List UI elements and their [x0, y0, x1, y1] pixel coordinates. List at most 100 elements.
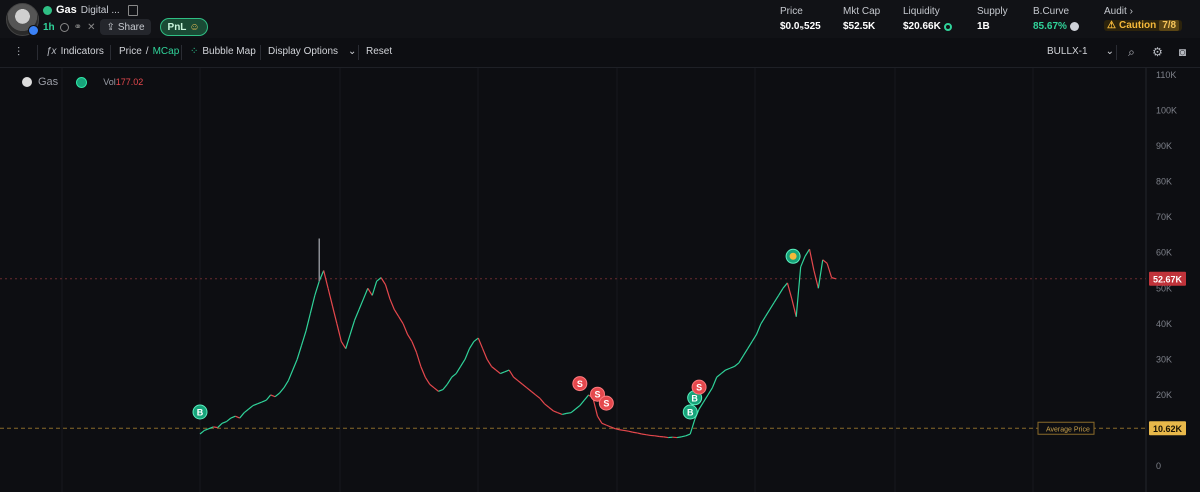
sell-marker-label: S [577, 379, 583, 389]
mcap-toggle-label[interactable]: MCap [153, 46, 180, 57]
sell-marker-label: S [696, 383, 702, 393]
stat-price-value: $0.0₅525 [780, 21, 821, 32]
price-segment [380, 277, 387, 286]
current-price-label: 52.67K [1153, 274, 1183, 284]
price-segment [389, 298, 395, 310]
price-segment [601, 422, 607, 426]
price-segment [553, 410, 558, 414]
price-segment [579, 399, 585, 406]
pnl-emoji-icon: ☺ [189, 21, 200, 33]
price-segment [500, 371, 505, 375]
toolbar-divider [110, 45, 111, 60]
price-segment [813, 270, 819, 289]
price-segment [358, 298, 364, 310]
stat-supply-label: Supply [977, 6, 1008, 17]
display-options-button[interactable]: Display Options ⌄ [268, 46, 356, 57]
price-segment [769, 302, 775, 310]
indicators-button[interactable]: ƒx Indicators [46, 46, 104, 57]
stat-price: Price $0.0₅525 [780, 6, 821, 32]
settings-icon[interactable]: ⚙ [1151, 46, 1164, 59]
y-tick-label: 80K [1156, 177, 1172, 187]
audit-status: Caution [1118, 20, 1157, 31]
pnl-label: PnL [167, 21, 187, 33]
globe-icon[interactable] [59, 22, 69, 32]
price-segment [504, 369, 510, 373]
eye-icon[interactable] [76, 76, 88, 88]
stat-supply-value: 1B [977, 21, 990, 32]
link-icon[interactable]: ⚭ [74, 22, 82, 33]
y-tick-label: 90K [1156, 141, 1172, 151]
search-icon[interactable]: ⌕ [1125, 46, 1138, 59]
buy-marker-label: B [687, 408, 694, 418]
share-label: Share [117, 21, 145, 33]
price-segment [681, 435, 686, 438]
price-toggle-label[interactable]: Price [119, 46, 142, 57]
price-mcap-toggle[interactable]: Price / MCap [119, 46, 179, 57]
price-segment [570, 408, 576, 414]
price-segment [791, 298, 797, 317]
token-symbol: Gas [56, 4, 77, 16]
price-segment [349, 320, 356, 335]
stat-mcap-value: $52.5K [843, 21, 876, 32]
stat-audit[interactable]: Audit › ⚠ Caution 7/8 [1104, 6, 1183, 31]
price-segment [274, 392, 280, 398]
price-segment [314, 280, 320, 296]
rocket-icon [1069, 22, 1079, 31]
chevron-down-icon: ⌄ [1105, 46, 1114, 57]
price-segment [826, 263, 833, 278]
chart-toolbar: ⫶ ƒx Indicators Price / MCap ⁘ Bubble Ma… [0, 38, 1200, 68]
price-segment [615, 428, 620, 431]
price-segment [486, 359, 493, 367]
price-segment [367, 287, 373, 296]
toggle-slash: / [145, 46, 149, 57]
y-tick-label: 110K [1156, 70, 1176, 80]
y-tick-label: 20K [1156, 390, 1172, 400]
x-icon[interactable]: ✕ [87, 22, 95, 33]
average-price-text: Average Price [1046, 426, 1090, 433]
price-segment [393, 309, 400, 318]
price-segment [371, 280, 378, 296]
pump-badge-icon [28, 25, 39, 36]
y-tick-label: 100K [1156, 106, 1177, 116]
price-segment [734, 362, 740, 367]
price-segment [808, 249, 815, 271]
price-segment [199, 429, 205, 435]
y-tick-label: 0 [1156, 461, 1161, 471]
price-segment [455, 366, 462, 374]
price-segment [296, 344, 303, 360]
price-segment [562, 412, 567, 416]
chevron-down-icon: ⌄ [348, 46, 357, 57]
price-segment [491, 366, 497, 371]
stat-liquidity: Liquidity $20.66K [903, 6, 952, 32]
price-segment [235, 415, 240, 419]
pnl-button[interactable]: PnL ☺ [159, 18, 208, 36]
price-segment [415, 352, 422, 367]
share-button[interactable]: ⇪ Share [100, 19, 151, 35]
copy-icon[interactable] [127, 4, 138, 16]
price-segment [720, 369, 726, 375]
price-segment [530, 390, 537, 396]
price-segment [331, 305, 338, 324]
stat-bcurve-value: 85.67% [1033, 21, 1067, 32]
share-icon: ⇪ [106, 21, 115, 33]
bot-select[interactable]: BULLX-1 ⌄ [1047, 46, 1114, 57]
price-segment [411, 341, 417, 353]
camera-icon[interactable]: ◙ [1176, 46, 1189, 59]
candle-type-icon[interactable]: ⫶ [12, 46, 25, 59]
toolbar-divider [358, 45, 359, 60]
token-header: Gas Digital ... 1h ⚭ ✕ ⇪ Share PnL ☺ Pri… [0, 0, 1200, 38]
price-chart[interactable]: 010K20K30K40K50K60K70K80K90K100K110K Ave… [0, 68, 1200, 492]
chain-icon [43, 5, 52, 15]
price-segment [747, 341, 753, 350]
bubble-map-button[interactable]: ⁘ Bubble Map [190, 46, 256, 57]
price-segment [782, 282, 788, 289]
bubble-map-label: Bubble Map [202, 46, 256, 57]
price-segment [451, 373, 457, 378]
price-segment [628, 430, 633, 433]
liquidity-lock-icon [943, 22, 952, 31]
price-segment [398, 316, 404, 325]
reset-button[interactable]: Reset [366, 46, 392, 57]
y-tick-label: 70K [1156, 212, 1172, 222]
toolbar-divider [1116, 45, 1117, 60]
price-segment [804, 248, 811, 257]
